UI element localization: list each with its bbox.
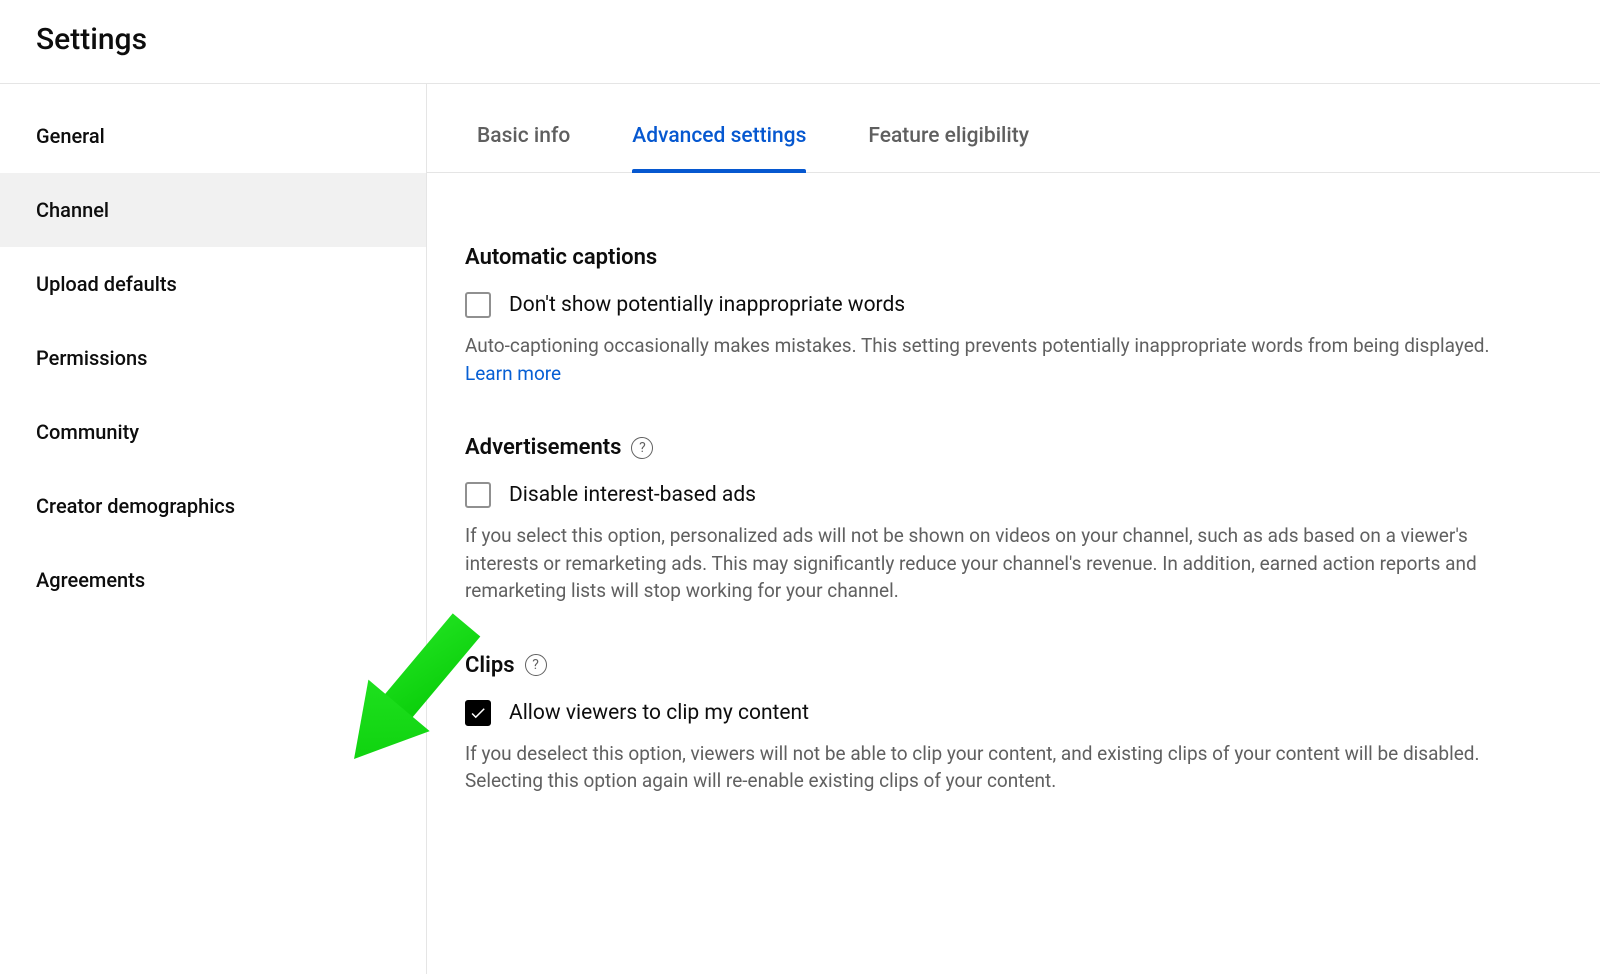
checkbox-label: Allow viewers to clip my content <box>509 701 809 725</box>
sidebar-item-creator-demographics[interactable]: Creator demographics <box>0 469 426 543</box>
checkbox-disable-interest-ads[interactable] <box>465 482 491 508</box>
section-title-text: Automatic captions <box>465 245 657 270</box>
sidebar-item-label: Upload defaults <box>36 272 177 296</box>
page-title: Settings <box>36 22 1600 57</box>
clips-description: If you deselect this option, viewers wil… <box>465 740 1517 795</box>
sidebar-item-general[interactable]: General <box>0 99 426 173</box>
sidebar-item-label: General <box>36 124 105 148</box>
help-icon[interactable]: ? <box>631 437 653 459</box>
sidebar-item-permissions[interactable]: Permissions <box>0 321 426 395</box>
sidebar-item-label: Agreements <box>36 568 145 592</box>
sidebar-item-label: Community <box>36 420 139 444</box>
tab-feature-eligibility[interactable]: Feature eligibility <box>868 114 1029 172</box>
section-automatic-captions: Automatic captions Don't show potentiall… <box>465 245 1517 387</box>
settings-header: Settings <box>0 0 1600 84</box>
captions-description: Auto-captioning occasionally makes mista… <box>465 332 1517 387</box>
sidebar-item-upload-defaults[interactable]: Upload defaults <box>0 247 426 321</box>
tabs: Basic info Advanced settings Feature eli… <box>427 84 1600 173</box>
section-title-captions: Automatic captions <box>465 245 1517 270</box>
sidebar-item-label: Channel <box>36 198 109 222</box>
checkbox-label: Don't show potentially inappropriate wor… <box>509 293 905 317</box>
tab-basic-info[interactable]: Basic info <box>477 114 570 172</box>
checkbox-label: Disable interest-based ads <box>509 483 756 507</box>
sidebar-item-channel[interactable]: Channel <box>0 173 426 247</box>
tab-advanced-settings[interactable]: Advanced settings <box>632 114 806 172</box>
sidebar-item-label: Permissions <box>36 346 147 370</box>
learn-more-link[interactable]: Learn more <box>465 362 561 385</box>
checkbox-allow-clips[interactable] <box>465 700 491 726</box>
settings-content: Basic info Advanced settings Feature eli… <box>427 84 1600 974</box>
section-title-clips: Clips ? <box>465 653 1517 678</box>
section-title-text: Clips <box>465 653 515 678</box>
description-text: Auto-captioning occasionally makes mista… <box>465 334 1490 357</box>
sidebar-item-community[interactable]: Community <box>0 395 426 469</box>
section-advertisements: Advertisements ? Disable interest-based … <box>465 435 1517 605</box>
help-icon[interactable]: ? <box>525 654 547 676</box>
sidebar-item-agreements[interactable]: Agreements <box>0 543 426 617</box>
ads-description: If you select this option, personalized … <box>465 522 1517 605</box>
section-title-ads: Advertisements ? <box>465 435 1517 460</box>
checkbox-hide-inappropriate-words[interactable] <box>465 292 491 318</box>
sidebar-item-label: Creator demographics <box>36 494 235 518</box>
settings-sidebar: General Channel Upload defaults Permissi… <box>0 84 427 974</box>
section-clips: Clips ? Allow viewers to clip my content… <box>465 653 1517 795</box>
section-title-text: Advertisements <box>465 435 621 460</box>
